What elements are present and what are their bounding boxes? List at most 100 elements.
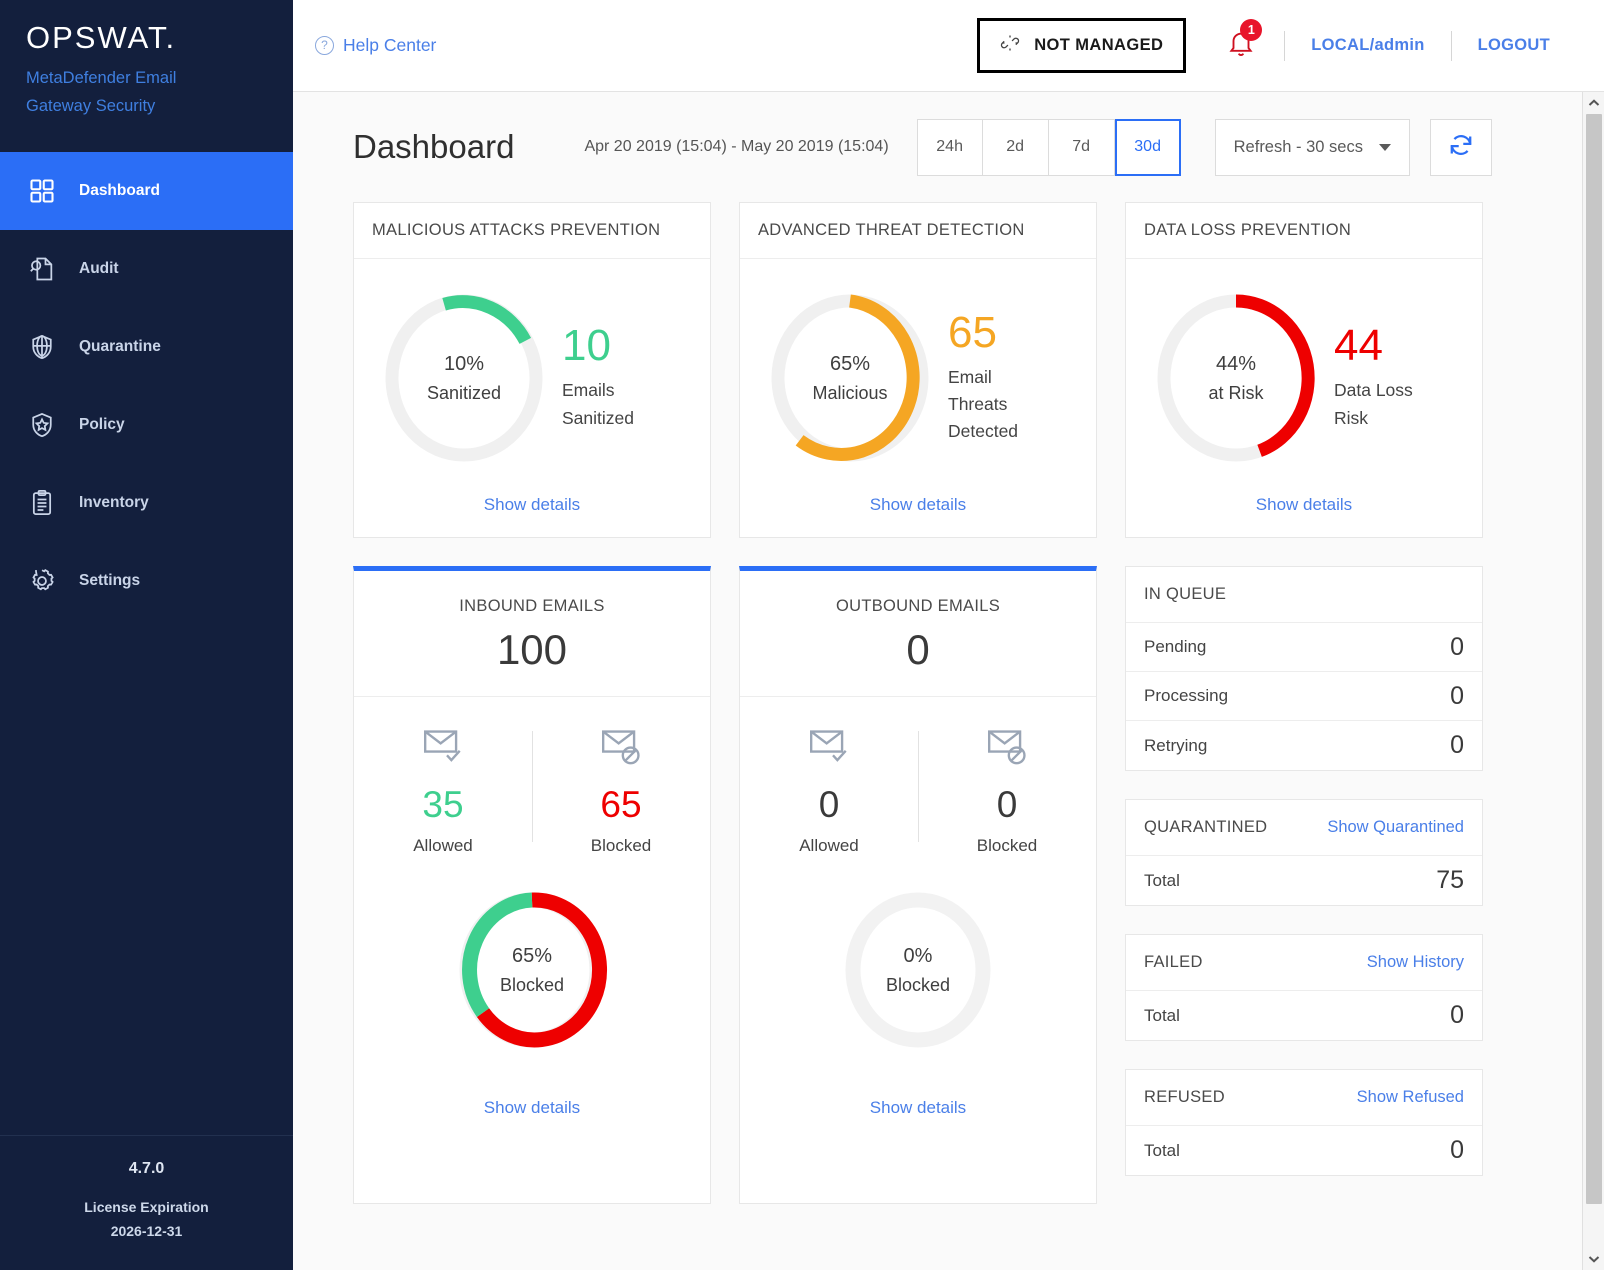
time-range-24h[interactable]: 24h [916, 118, 983, 176]
time-range-7d[interactable]: 7d [1048, 118, 1115, 176]
panel-header: IN QUEUE [1126, 567, 1482, 623]
show-details-link[interactable]: Show details [740, 1054, 1096, 1140]
outbound-blocked-value: 0 [996, 784, 1018, 825]
outbound-blocked-donut-chart: 0% Blocked [839, 886, 997, 1054]
outbound-header: OUTBOUND EMAILS 0 [740, 571, 1096, 697]
stat-number: 10 [562, 321, 611, 371]
card-body: 65% Malicious 65 Email Threats Detected [740, 259, 1096, 475]
data-loss-prevention-card: DATA LOSS PREVENTION 44% at Risk 44 Data… [1125, 202, 1483, 538]
sidebar-nav: Dashboard Audit Quarantine Policy Invent… [0, 151, 293, 620]
mail-check-icon [421, 730, 465, 771]
sidebar-item-label: Dashboard [79, 181, 160, 199]
vertical-scrollbar[interactable] [1582, 92, 1604, 1270]
outbound-emails-card: OUTBOUND EMAILS 0 0 Allowed 0 Blocked 0%… [739, 566, 1097, 1204]
inbound-emails-card: INBOUND EMAILS 100 35 Allowed 65 Blocked… [353, 566, 711, 1204]
shield-globe-icon [22, 327, 62, 367]
panel-title: FAILED [1144, 953, 1203, 971]
panel-header: REFUSED Show Refused [1126, 1070, 1482, 1126]
panel-title: REFUSED [1144, 1088, 1225, 1106]
show-details-link[interactable]: Show details [354, 1054, 710, 1140]
sidebar-footer: 4.7.0 License Expiration 2026-12-31 [0, 1135, 293, 1270]
inbound-total: 100 [496, 626, 568, 673]
data-loss-donut-chart: 44% at Risk [1150, 287, 1322, 469]
page-header: Dashboard Apr 20 2019 (15:04) - May 20 2… [353, 118, 1544, 176]
sidebar-item-label: Settings [79, 571, 141, 589]
outbound-allowed-label: Allowed [799, 836, 859, 855]
sidebar-item-quarantine[interactable]: Quarantine [0, 308, 293, 386]
link-broken-icon [1000, 33, 1020, 58]
notifications-button[interactable]: 1 [1226, 19, 1263, 63]
inbound-blocked-donut-chart: 65% Blocked [453, 886, 611, 1054]
table-row: Total 0 [1126, 1126, 1482, 1175]
logout-button[interactable]: LOGOUT [1452, 36, 1576, 55]
sanitized-donut-chart: 10% Sanitized [378, 287, 550, 469]
row-label: Total [1144, 1005, 1180, 1025]
row-label: Retrying [1144, 735, 1208, 755]
time-range-30d[interactable]: 30d [1114, 118, 1181, 176]
product-name-line1: MetaDefender Email [26, 68, 177, 87]
panel-header: QUARANTINED Show Quarantined [1126, 800, 1482, 856]
row-value: 0 [1450, 632, 1464, 661]
show-details-link[interactable]: Show details [740, 475, 1096, 537]
time-range-2d[interactable]: 2d [982, 118, 1049, 176]
refresh-interval-dropdown[interactable]: Refresh - 30 secs [1214, 118, 1410, 176]
in-queue-panel: IN QUEUE Pending 0 Processing 0 Retrying… [1125, 566, 1483, 771]
outbound-blocked-label: Blocked [976, 836, 1038, 855]
stat-label-line1: Data Loss [1334, 380, 1413, 401]
card-stat: 65 Email Threats Detected [948, 307, 1018, 445]
table-row: Total 0 [1126, 991, 1482, 1040]
card-title: INBOUND EMAILS [459, 597, 605, 615]
sidebar-item-policy[interactable]: Policy [0, 386, 293, 464]
inbound-allowed-label: Allowed [413, 836, 473, 855]
dashboard-grid: MALICIOUS ATTACKS PREVENTION 10% Sanitiz… [353, 202, 1544, 1204]
show-details-link[interactable]: Show details [1126, 475, 1482, 537]
row-value: 0 [1450, 1001, 1464, 1029]
panel-title: QUARANTINED [1144, 818, 1268, 836]
sidebar-item-dashboard[interactable]: Dashboard [0, 151, 293, 230]
stat-label: Email Threats Detected [948, 364, 1018, 445]
refresh-button[interactable] [1429, 118, 1492, 176]
license-expiration-date: 2026-12-31 [110, 1223, 183, 1240]
row-label: Pending [1144, 637, 1207, 656]
license-expiration-label: License Expiration [84, 1199, 209, 1216]
brand: OPSWAT. MetaDefender Email Gateway Secur… [0, 0, 293, 120]
topbar: ? Help Center NOT MANAGED 1 LOCAL/admin … [293, 0, 1604, 92]
status-panels-column: IN QUEUE Pending 0 Processing 0 Retrying… [1125, 566, 1483, 1204]
row-label: Processing [1144, 686, 1229, 705]
sidebar-item-inventory[interactable]: Inventory [0, 464, 293, 542]
stat-number: 65 [948, 307, 997, 357]
row-value: 0 [1450, 731, 1464, 759]
bell-icon [1226, 32, 1256, 62]
stat-label-line2: Sanitized [562, 407, 634, 428]
inbound-allowed: 35 Allowed [354, 727, 532, 856]
show-quarantined-link[interactable]: Show Quarantined [1327, 818, 1464, 837]
scroll-up-button[interactable] [1583, 92, 1604, 114]
show-refused-link[interactable]: Show Refused [1357, 1088, 1464, 1107]
show-history-link[interactable]: Show History [1367, 953, 1464, 972]
sidebar-item-audit[interactable]: Audit [0, 230, 293, 308]
mail-blocked-icon [985, 730, 1029, 771]
stat-label-line1: Email [948, 366, 992, 387]
card-body: 10% Sanitized 10 Emails Sanitized [354, 259, 710, 475]
managed-status-badge[interactable]: NOT MANAGED [977, 18, 1187, 73]
table-row: Total 75 [1126, 856, 1482, 905]
inbound-donut-container: 65% Blocked [354, 856, 710, 1054]
current-user-link[interactable]: LOCAL/admin [1285, 36, 1450, 55]
refused-panel: REFUSED Show Refused Total 0 [1125, 1069, 1483, 1176]
mail-check-icon [807, 730, 851, 771]
sidebar-item-label: Audit [79, 259, 119, 277]
row-label: Total [1144, 1140, 1180, 1160]
inbound-allowed-value: 35 [422, 784, 464, 825]
scroll-down-button[interactable] [1583, 1248, 1604, 1270]
sidebar-item-label: Quarantine [79, 337, 161, 355]
card-title: DATA LOSS PREVENTION [1126, 203, 1482, 259]
stat-label-line1: Emails [562, 380, 615, 401]
help-center-link[interactable]: ? Help Center [315, 35, 436, 56]
table-row: Retrying 0 [1126, 721, 1482, 770]
show-details-link[interactable]: Show details [354, 475, 710, 537]
card-title: MALICIOUS ATTACKS PREVENTION [354, 203, 710, 259]
sidebar-item-settings[interactable]: Settings [0, 542, 293, 620]
scrollbar-thumb[interactable] [1585, 114, 1602, 1204]
malicious-attacks-prevention-card: MALICIOUS ATTACKS PREVENTION 10% Sanitiz… [353, 202, 711, 538]
stat-number: 44 [1334, 321, 1383, 371]
